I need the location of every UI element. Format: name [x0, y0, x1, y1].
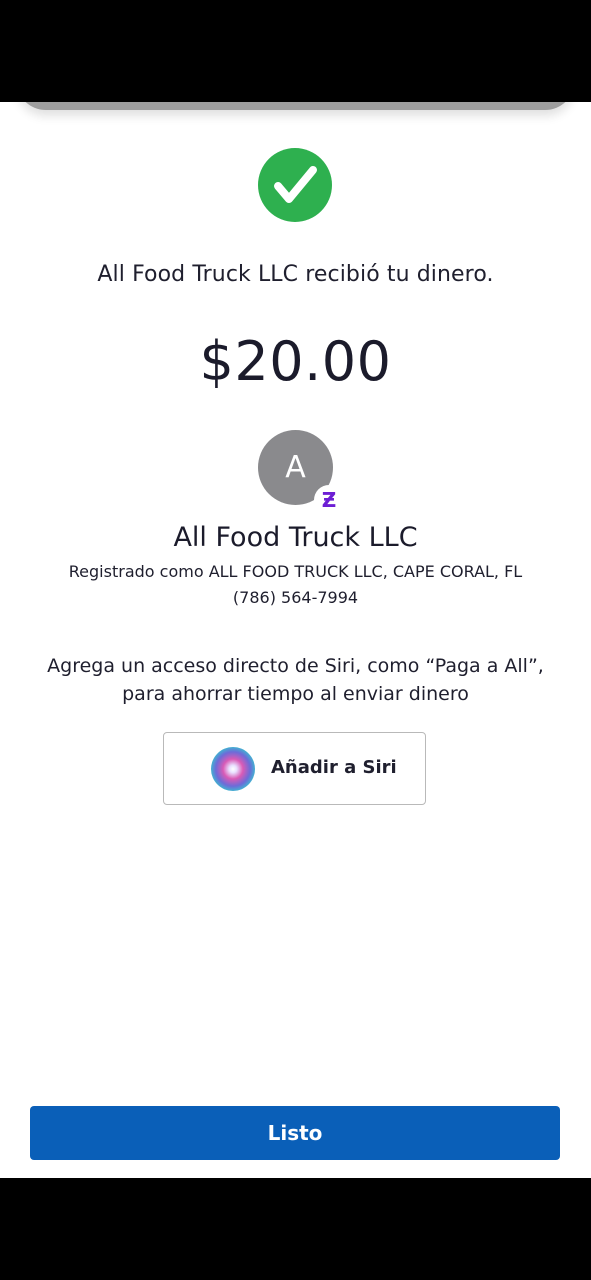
- payment-confirmation-screen: All Food Truck LLC recibió tu dinero. $2…: [0, 0, 591, 1280]
- confirmation-message: All Food Truck LLC recibió tu dinero.: [97, 262, 494, 287]
- siri-hint-line-1: Agrega un acceso directo de Siri, como “…: [47, 655, 544, 677]
- siri-shortcut-hint: Agrega un acceso directo de Siri, como “…: [30, 652, 561, 708]
- recipient-phone: (786) 564-7994: [232, 588, 359, 607]
- recipient-name: All Food Truck LLC: [173, 522, 418, 553]
- siri-orb-icon: [211, 747, 255, 791]
- recipient-registration: Registrado como ALL FOOD TRUCK LLC, CAPE…: [68, 562, 523, 581]
- success-check-icon: [258, 148, 332, 222]
- zelle-badge-icon: Ƶ: [314, 485, 344, 515]
- sheet-edge-divider: [16, 102, 575, 110]
- payment-amount: $20.00: [199, 330, 392, 393]
- add-to-siri-button[interactable]: Añadir a Siri: [163, 732, 426, 805]
- done-button[interactable]: Listo: [30, 1106, 560, 1160]
- status-bar: [0, 0, 591, 102]
- navigation-bar: [0, 1178, 591, 1280]
- confirmation-sheet: All Food Truck LLC recibió tu dinero. $2…: [0, 102, 591, 1178]
- add-to-siri-label: Añadir a Siri: [271, 757, 397, 778]
- siri-hint-line-2: para ahorrar tiempo al enviar dinero: [122, 683, 469, 705]
